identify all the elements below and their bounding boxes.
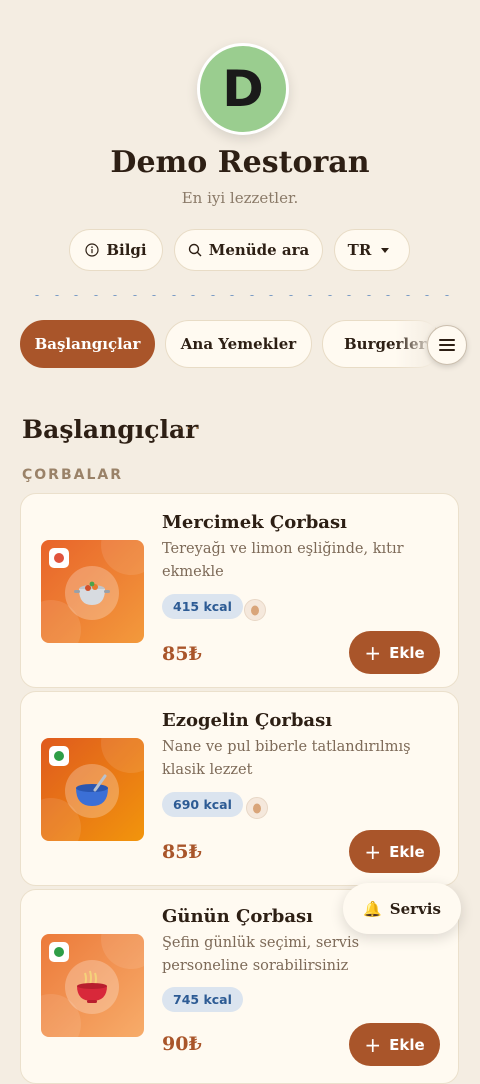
tab-baslangiclar[interactable]: Başlangıçlar — [20, 320, 155, 368]
add-label: Ekle — [389, 1035, 425, 1054]
menu-item-card[interactable]: Ezogelin Çorbası Nane ve pul biberle tat… — [20, 691, 459, 886]
divider-dot — [229, 295, 235, 296]
add-to-cart-button[interactable]: + Ekle — [349, 1023, 440, 1066]
divider-dot — [170, 295, 177, 296]
diet-indicator — [49, 942, 69, 962]
divider-dot — [307, 295, 313, 296]
kcal-badge: 415 kcal — [162, 594, 243, 619]
add-to-cart-button[interactable]: + Ekle — [349, 631, 440, 674]
divider-dot — [365, 295, 372, 296]
divider-dot — [424, 295, 430, 296]
tab-ana-yemekler[interactable]: Ana Yemekler — [165, 320, 312, 368]
divider-dot — [131, 295, 138, 296]
restaurant-name: Demo Restoran — [110, 145, 370, 180]
divider-dot — [209, 295, 216, 296]
divider-dot — [190, 295, 196, 296]
info-button[interactable]: Bilgi — [69, 229, 163, 271]
item-price: 85₺ — [162, 643, 202, 665]
section-title: Başlangıçlar — [22, 415, 199, 444]
add-label: Ekle — [389, 842, 425, 861]
egg-allergen-icon — [246, 797, 268, 819]
tab-label: Başlangıçlar — [34, 335, 141, 353]
item-image — [41, 738, 144, 841]
kcal-badge: 690 kcal — [162, 792, 243, 817]
hamburger-icon — [439, 339, 455, 351]
plus-icon: + — [364, 640, 382, 665]
item-description: Şefin günlük seçimi, servis personeline … — [162, 935, 360, 974]
item-name: Mercimek Çorbası — [162, 512, 347, 533]
add-label: Ekle — [389, 643, 425, 662]
logo-letter: D — [222, 60, 264, 118]
add-to-cart-button[interactable]: + Ekle — [349, 830, 440, 873]
category-menu-button[interactable] — [427, 325, 467, 365]
bowl-icon — [76, 774, 108, 806]
restaurant-tagline: En iyi lezzetler. — [181, 189, 299, 207]
restaurant-logo: D — [197, 43, 289, 135]
divider-dot — [53, 295, 60, 296]
item-image — [41, 540, 144, 643]
divider-dot — [92, 295, 99, 296]
diet-indicator — [49, 548, 69, 568]
divider-dot — [34, 295, 40, 296]
search-button[interactable]: Menüde ara — [174, 229, 323, 271]
info-icon — [85, 243, 99, 257]
tab-label: Ana Yemekler — [180, 335, 297, 353]
decorative-dot-divider — [34, 286, 454, 296]
divider-dot — [287, 295, 294, 296]
egg-allergen-icon — [244, 599, 266, 621]
item-name: Ezogelin Çorbası — [162, 710, 333, 731]
bell-icon: 🔔 — [363, 899, 382, 918]
language-label: TR — [347, 241, 372, 259]
divider-dot — [346, 295, 352, 296]
subsection-title: ÇORBALAR — [22, 467, 123, 483]
divider-dot — [112, 295, 118, 296]
divider-dot — [268, 295, 274, 296]
menu-item-card[interactable]: Mercimek Çorbası Tereyağı ve limon eşliğ… — [20, 493, 459, 688]
kcal-badge: 745 kcal — [162, 987, 243, 1012]
language-select[interactable]: TR — [334, 229, 410, 271]
divider-dot — [326, 295, 333, 296]
call-service-button[interactable]: 🔔 Servis — [343, 883, 461, 934]
info-label: Bilgi — [106, 241, 147, 259]
plus-icon: + — [364, 839, 382, 864]
plus-icon: + — [364, 1032, 382, 1057]
service-label: Servis — [389, 899, 441, 918]
item-price: 85₺ — [162, 841, 202, 863]
section-dots-decoration: ··· — [178, 421, 204, 437]
divider-dot — [443, 295, 450, 296]
diet-indicator — [49, 746, 69, 766]
search-icon — [188, 243, 202, 257]
item-description: Tereyağı ve limon eşliğinde, kıtır ekmek… — [162, 541, 404, 580]
pot-icon — [74, 581, 110, 605]
item-price: 90₺ — [162, 1033, 202, 1055]
divider-dot — [151, 295, 157, 296]
noodle-bowl-icon — [77, 970, 107, 1003]
divider-dot — [73, 295, 79, 296]
divider-dot — [248, 295, 255, 296]
item-name: Günün Çorbası — [162, 906, 314, 927]
item-description: Nane ve pul biberle tatlandırılmış klasi… — [162, 739, 411, 778]
caret-down-icon — [381, 247, 390, 253]
divider-dot — [404, 295, 411, 296]
item-image — [41, 934, 144, 1037]
search-label: Menüde ara — [208, 241, 310, 259]
divider-dot — [385, 295, 391, 296]
